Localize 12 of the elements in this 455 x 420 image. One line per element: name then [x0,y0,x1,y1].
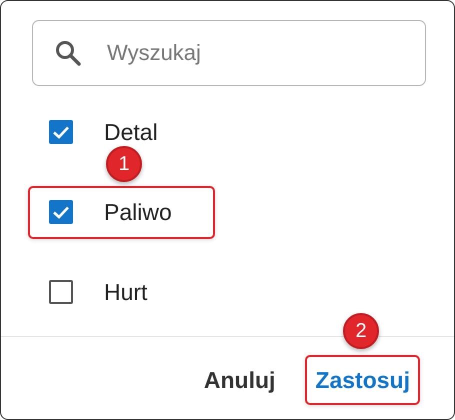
option-label[interactable]: Hurt [104,280,148,304]
checkbox[interactable] [49,280,73,304]
checkbox[interactable] [49,200,73,224]
cancel-button[interactable]: Anuluj [194,355,286,405]
apply-button[interactable]: Zastosuj [305,355,420,405]
option-label[interactable]: Detal [104,120,158,144]
step-badge: 2 [343,313,379,349]
step-badge: 1 [106,146,142,182]
option-label[interactable]: Paliwo [104,200,172,224]
search-field[interactable]: Wyszukaj [32,20,426,86]
search-icon [55,40,81,66]
checkbox[interactable] [49,120,73,144]
